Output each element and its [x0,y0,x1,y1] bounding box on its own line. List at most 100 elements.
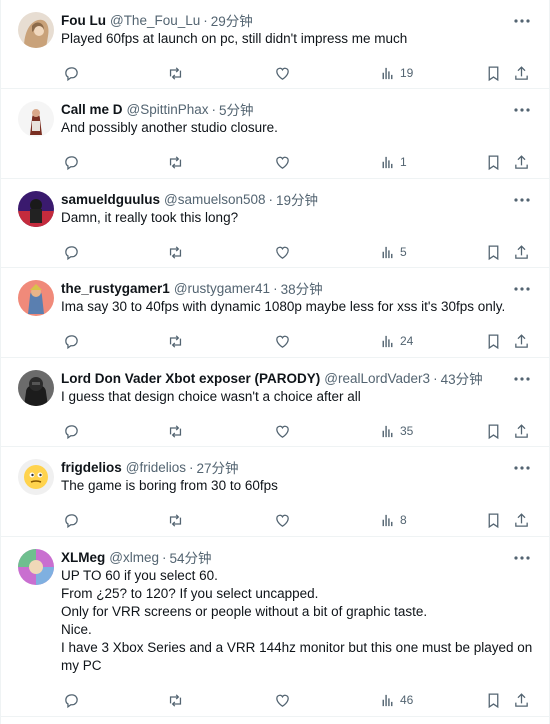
reply-tweet[interactable]: the_rustygamer1 @rustygamer41 · 38分钟 Ima… [1,268,549,358]
reply-button[interactable] [63,332,80,350]
views-button[interactable]: 24 [379,332,413,350]
reply-button[interactable] [63,64,80,82]
more-icon[interactable] [513,191,531,209]
analytics-icon [382,67,393,79]
bookmark-button[interactable] [485,64,502,82]
timestamp[interactable]: 5分钟 [219,99,254,119]
reply-icon [65,155,78,170]
repost-button[interactable] [167,332,184,350]
author-name[interactable]: XLMeg [61,550,105,565]
like-button[interactable] [274,243,291,261]
author-handle[interactable]: @SpittinPhax [127,102,209,117]
reply-tweet[interactable]: Fou Lu @The_Fou_Lu · 29分钟 Played 60fps a… [1,0,549,89]
reply-tweet[interactable]: samueldguulus @samuelson508 · 19分钟 Damn,… [1,179,549,268]
author-name[interactable]: samueldguulus [61,192,160,207]
action-bar: 8 [61,502,533,542]
repost-button[interactable] [167,422,184,440]
share-button[interactable] [513,422,530,440]
repost-button[interactable] [167,153,184,171]
bookmark-icon [488,244,499,260]
reply-tweet[interactable]: XLMeg @xlmeg · 54分钟 UP TO 60 if you sele… [1,537,549,717]
author-name[interactable]: the_rustygamer1 [61,281,170,296]
bookmark-button[interactable] [485,243,502,261]
more-icon[interactable] [513,459,531,477]
more-icon[interactable] [513,370,531,388]
reply-tweet[interactable]: Call me D @SpittinPhax · 5分钟 And possibl… [1,89,549,179]
timestamp[interactable]: 29分钟 [211,10,253,30]
author-name[interactable]: Lord Don Vader Xbot exposer (PARODY) [61,371,320,386]
more-icon[interactable] [513,549,531,567]
author-handle[interactable]: @samuelson508 [164,192,266,207]
avatar[interactable] [18,280,54,316]
separator-dot: · [433,370,438,386]
bookmark-button[interactable] [485,691,502,709]
like-button[interactable] [274,153,291,171]
views-button[interactable]: 35 [379,422,413,440]
share-button[interactable] [513,691,530,709]
repost-button[interactable] [167,511,184,529]
timestamp[interactable]: 19分钟 [276,189,318,209]
share-button[interactable] [513,64,530,82]
reply-button[interactable] [63,691,80,709]
like-button[interactable] [274,64,291,82]
share-button[interactable] [513,153,530,171]
share-icon [515,244,528,259]
tweet-header: XLMeg @xlmeg · 54分钟 [61,547,533,567]
views-button[interactable]: 8 [379,511,407,529]
heart-icon [276,425,289,438]
author-handle[interactable]: @rustygamer41 [174,281,270,296]
bookmark-button[interactable] [485,332,502,350]
reply-tweet[interactable]: frigdelios @fridelios · 27分钟 The game is… [1,447,549,537]
like-button[interactable] [274,691,291,709]
author-name[interactable]: Fou Lu [61,13,106,28]
author-name[interactable]: Call me D [61,102,123,117]
avatar[interactable] [18,549,54,585]
share-icon [515,333,528,348]
like-button[interactable] [274,332,291,350]
timestamp[interactable]: 38分钟 [281,278,323,298]
bookmark-button[interactable] [485,153,502,171]
share-button[interactable] [513,511,530,529]
timestamp[interactable]: 43分钟 [441,368,483,388]
analytics-icon [382,156,393,168]
avatar[interactable] [18,101,54,137]
author-handle[interactable]: @realLordVader3 [324,371,430,386]
reply-button[interactable] [63,511,80,529]
analytics-icon [382,246,393,258]
avatar[interactable] [18,459,54,495]
share-icon [515,154,528,169]
reply-tweet[interactable]: Lord Don Vader Xbot exposer (PARODY) @re… [1,358,549,447]
share-button[interactable] [513,243,530,261]
reply-button[interactable] [63,243,80,261]
views-button[interactable]: 5 [379,243,407,261]
share-button[interactable] [513,332,530,350]
author-name[interactable]: frigdelios [61,460,122,475]
author-handle[interactable]: @fridelios [126,460,186,475]
action-bar: 24 [61,323,533,363]
repost-button[interactable] [167,64,184,82]
avatar[interactable] [18,191,54,227]
timestamp[interactable]: 27分钟 [197,457,239,477]
more-icon[interactable] [513,12,531,30]
timestamp[interactable]: 54分钟 [169,547,211,567]
bookmark-button[interactable] [485,422,502,440]
more-icon[interactable] [513,101,531,119]
views-button[interactable]: 19 [379,64,413,82]
view-count: 8 [400,513,407,527]
views-button[interactable]: 1 [379,153,407,171]
repost-button[interactable] [167,243,184,261]
bookmark-button[interactable] [485,511,502,529]
views-button[interactable]: 46 [379,691,413,709]
avatar[interactable] [18,12,54,48]
repost-button[interactable] [167,691,184,709]
avatar[interactable] [18,370,54,406]
more-icon[interactable] [513,280,531,298]
like-button[interactable] [274,511,291,529]
like-button[interactable] [274,422,291,440]
author-handle[interactable]: @The_Fou_Lu [110,13,200,28]
reply-button[interactable] [63,422,80,440]
reply-button[interactable] [63,153,80,171]
tweet-header: Call me D @SpittinPhax · 5分钟 [61,99,533,119]
author-handle[interactable]: @xlmeg [109,550,159,565]
reply-icon [65,66,78,81]
